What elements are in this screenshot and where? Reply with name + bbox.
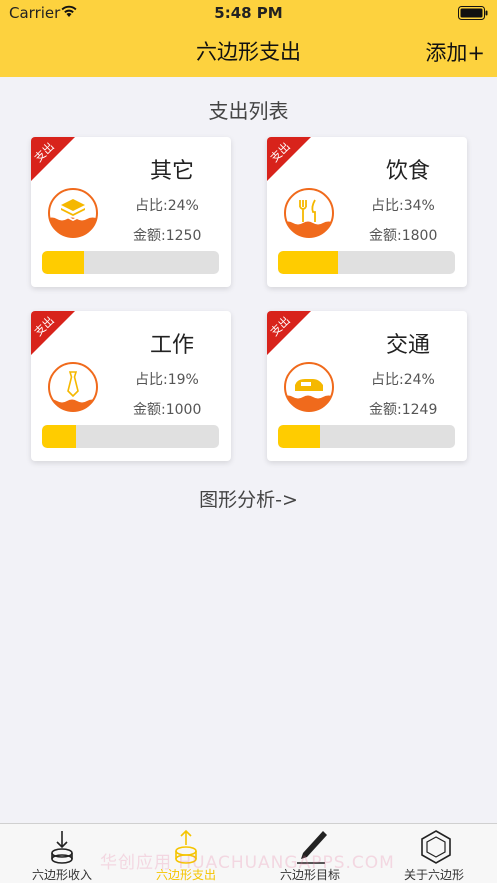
amount-text: 金额:1800 — [369, 228, 438, 244]
hexagon-icon — [421, 830, 451, 864]
progress-fill — [42, 251, 85, 274]
header-bar: Carrier 5:48 PM 六边形支出 添加+ — [0, 0, 497, 77]
page-title: 六边形支出 — [196, 40, 301, 64]
car-icon — [284, 362, 334, 412]
card-title: 交通 — [385, 333, 430, 358]
chart-analysis-link[interactable]: 图形分析-> — [0, 485, 497, 512]
amount-text: 金额:1249 — [369, 402, 438, 418]
fork-knife-icon — [284, 188, 334, 238]
battery-icon — [458, 6, 488, 20]
add-button[interactable]: 添加+ — [425, 37, 485, 67]
expense-card-transport[interactable]: 支出 交通 占比:24% 金额:1249 — [267, 311, 467, 461]
layers-icon — [48, 188, 98, 238]
expense-card-food[interactable]: 支出 饮食 占比:34% 金额:1800 — [267, 137, 467, 287]
card-title: 工作 — [149, 333, 194, 358]
progress-bar — [42, 251, 219, 274]
progress-fill — [278, 425, 321, 448]
amount-text: 金额:1250 — [133, 228, 202, 244]
ratio-text: 占比:34% — [371, 198, 435, 214]
tie-icon — [48, 362, 98, 412]
progress-bar — [42, 425, 219, 448]
progress-fill — [42, 425, 76, 448]
clock: 5:48 PM — [214, 4, 283, 22]
expense-card-work[interactable]: 支出 工作 占比:19% 金额:1000 — [31, 311, 231, 461]
progress-bar — [278, 425, 455, 448]
ratio-text: 占比:19% — [135, 372, 199, 388]
ratio-text: 占比:24% — [371, 372, 435, 388]
progress-fill — [278, 251, 339, 274]
card-title: 其它 — [149, 159, 194, 184]
coin-stack-down-icon — [51, 831, 73, 864]
card-title: 饮食 — [385, 159, 430, 184]
progress-bar — [278, 251, 455, 274]
status-bar: Carrier 5:48 PM — [0, 0, 497, 26]
expense-card-other[interactable]: 支出 其它 占比:24% 金额:1250 — [31, 137, 231, 287]
ratio-text: 占比:24% — [135, 198, 199, 214]
section-title: 支出列表 — [208, 99, 289, 123]
watermark: 华创应用 HUACHUANGAPPS.COM — [100, 853, 395, 873]
amount-text: 金额:1000 — [133, 402, 202, 418]
